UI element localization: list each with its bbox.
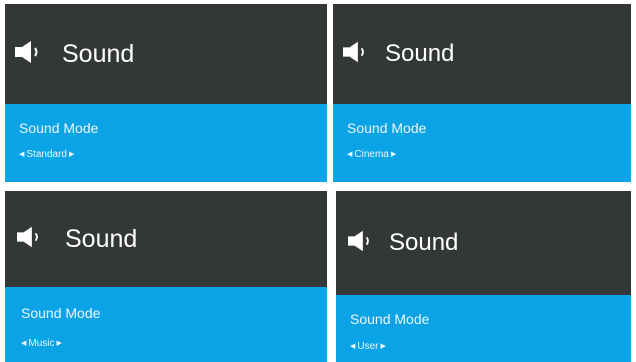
sound-mode-value: User	[357, 341, 379, 352]
arrow-right-icon[interactable]: ▶	[381, 343, 386, 350]
speaker-icon	[15, 40, 43, 69]
page-title: Sound	[385, 40, 455, 67]
sound-panel-music: Sound Sound Mode ◀ Music ▶	[5, 191, 327, 362]
sound-mode-row[interactable]: Sound Mode ◀ Cinema ▶	[333, 104, 631, 182]
sound-mode-value: Music	[28, 338, 55, 349]
sound-mode-label: Sound Mode	[19, 120, 99, 136]
sound-mode-selector[interactable]: ◀ Music ▶	[21, 338, 62, 349]
sound-mode-row[interactable]: Sound Mode ◀ User ▶	[336, 295, 631, 362]
speaker-icon	[17, 225, 43, 254]
panel-header: Sound	[5, 4, 327, 104]
arrow-left-icon[interactable]: ◀	[350, 343, 355, 350]
panel-header: Sound	[333, 4, 631, 104]
page-title: Sound	[62, 39, 135, 68]
panel-header: Sound	[5, 191, 327, 287]
page-title: Sound	[65, 224, 138, 253]
sound-mode-row[interactable]: Sound Mode ◀ Standard ▶	[5, 104, 327, 182]
speaker-icon	[343, 40, 369, 69]
sound-mode-selector[interactable]: ◀ Cinema ▶	[347, 149, 396, 160]
sound-mode-value: Cinema	[354, 149, 389, 160]
sound-mode-label: Sound Mode	[350, 311, 430, 327]
sound-mode-label: Sound Mode	[21, 305, 101, 321]
sound-mode-row[interactable]: Sound Mode ◀ Music ▶	[5, 287, 327, 362]
arrow-left-icon[interactable]: ◀	[347, 151, 352, 158]
arrow-right-icon[interactable]: ▶	[69, 151, 74, 158]
arrow-left-icon[interactable]: ◀	[19, 151, 24, 158]
sound-mode-selector[interactable]: ◀ Standard ▶	[19, 149, 74, 160]
sound-mode-label: Sound Mode	[347, 120, 427, 136]
sound-panel-cinema: Sound Sound Mode ◀ Cinema ▶	[333, 4, 631, 182]
sound-mode-selector[interactable]: ◀ User ▶	[350, 341, 386, 352]
arrow-right-icon[interactable]: ▶	[391, 151, 396, 158]
page-title: Sound	[389, 229, 459, 256]
arrow-left-icon[interactable]: ◀	[21, 340, 26, 347]
sound-panel-standard: Sound Sound Mode ◀ Standard ▶	[5, 4, 327, 182]
sound-panel-user: Sound Sound Mode ◀ User ▶	[336, 191, 631, 362]
sound-mode-value: Standard	[26, 149, 67, 160]
panel-header: Sound	[336, 191, 631, 295]
speaker-icon	[348, 229, 374, 258]
arrow-right-icon[interactable]: ▶	[57, 340, 62, 347]
